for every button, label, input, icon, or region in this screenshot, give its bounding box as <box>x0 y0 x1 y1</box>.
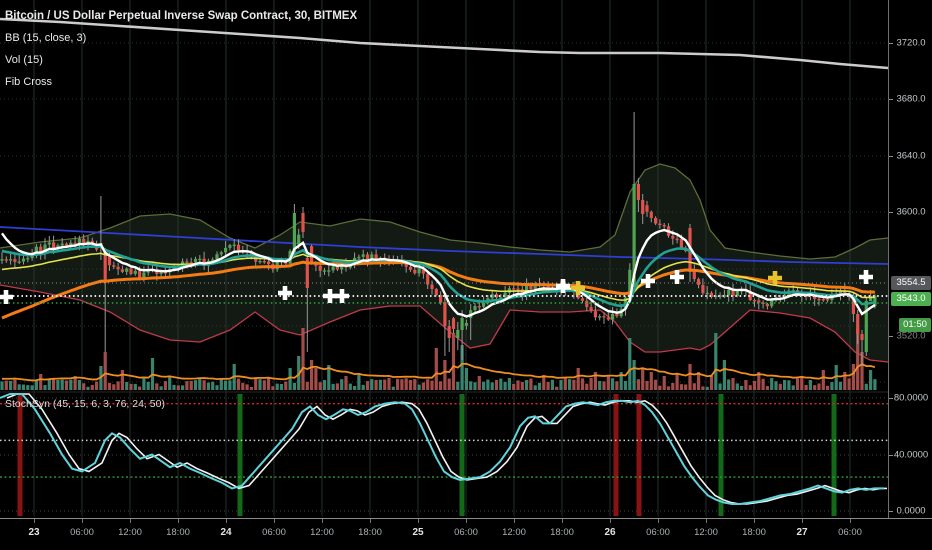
indicator-vol-label[interactable]: Vol (15) <box>5 49 357 71</box>
time-axis-label: 06:00 <box>454 527 478 538</box>
time-axis-label: 27 <box>796 527 808 538</box>
time-tick <box>226 519 227 523</box>
price-tick <box>889 99 893 100</box>
time-tick <box>82 519 83 523</box>
price-tick <box>889 398 893 399</box>
time-tick <box>562 519 563 523</box>
price-tick <box>889 336 893 337</box>
time-tick <box>418 519 419 523</box>
time-tick <box>178 519 179 523</box>
trading-chart-window: Bitcoin / US Dollar Perpetual Inverse Sw… <box>0 0 932 550</box>
time-tick <box>658 519 659 523</box>
time-axis-label: 26 <box>604 527 616 538</box>
time-axis-label: 18:00 <box>550 527 574 538</box>
bollinger-band <box>0 163 888 363</box>
time-tick <box>34 519 35 523</box>
time-tick <box>322 519 323 523</box>
time-axis-label: 06:00 <box>262 527 286 538</box>
time-axis-label: 18:00 <box>166 527 190 538</box>
time-tick <box>802 519 803 523</box>
time-axis-label: 12:00 <box>310 527 334 538</box>
time-axis[interactable]: 23 06:00 12:00 18:00 24 06:00 12:00 18:00 25 06:0… <box>0 518 932 550</box>
price-axis-label: 3720.0 <box>896 37 926 49</box>
time-tick <box>370 519 371 523</box>
time-tick <box>706 519 707 523</box>
prev-settle-badge: 3554.5 <box>891 276 931 290</box>
time-axis-label: 06:00 <box>70 527 94 538</box>
stoch-level-lines <box>0 402 888 478</box>
indicator-bb-label[interactable]: BB (15, close, 3) <box>5 27 357 49</box>
symbol-title[interactable]: Bitcoin / US Dollar Perpetual Inverse Sw… <box>5 5 357 27</box>
time-tick <box>274 519 275 523</box>
time-tick <box>130 519 131 523</box>
last-price-badge: 3543.0 <box>891 292 931 306</box>
stoch-axis-label: 40.0000 <box>893 449 929 461</box>
time-tick <box>610 519 611 523</box>
price-axis[interactable]: 3720.0 3680.0 3640.0 3600.0 3520.0 80.0000 40.… <box>888 0 932 518</box>
time-tick <box>754 519 755 523</box>
price-axis-label: 3600.0 <box>896 206 926 218</box>
price-axis-label: 3520.0 <box>896 330 926 342</box>
time-axis-label: 18:00 <box>742 527 766 538</box>
stoch-axis-label: 80.0000 <box>893 392 929 404</box>
price-tick <box>889 156 893 157</box>
price-tick <box>889 511 893 512</box>
time-axis-label: 06:00 <box>646 527 670 538</box>
time-axis-label: 12:00 <box>502 527 526 538</box>
price-axis-label: 3680.0 <box>896 93 926 105</box>
bar-countdown-badge: 01:50 <box>899 318 931 332</box>
time-tick <box>466 519 467 523</box>
volume-layer <box>0 328 877 390</box>
stoch-axis-label: 0.0000 <box>896 505 926 517</box>
time-axis-label: 24 <box>220 527 232 538</box>
time-axis-label: 23 <box>28 527 40 538</box>
time-axis-label: 25 <box>412 527 424 538</box>
time-axis-label: 12:00 <box>694 527 718 538</box>
price-tick <box>889 212 893 213</box>
indicator-stoch-label[interactable]: StochSyn (45, 15, 6, 3, 76, 24, 50) <box>5 398 165 410</box>
indicator-fib-label[interactable]: Fib Cross <box>5 71 357 93</box>
time-axis-label: 12:00 <box>118 527 142 538</box>
time-axis-label: 06:00 <box>838 527 862 538</box>
volume-ma-line <box>1 362 876 382</box>
price-tick <box>889 43 893 44</box>
time-axis-label: 18:00 <box>358 527 382 538</box>
price-tick <box>889 455 893 456</box>
legend: Bitcoin / US Dollar Perpetual Inverse Sw… <box>5 5 357 93</box>
time-tick <box>514 519 515 523</box>
time-tick <box>850 519 851 523</box>
price-axis-label: 3640.0 <box>896 150 926 162</box>
